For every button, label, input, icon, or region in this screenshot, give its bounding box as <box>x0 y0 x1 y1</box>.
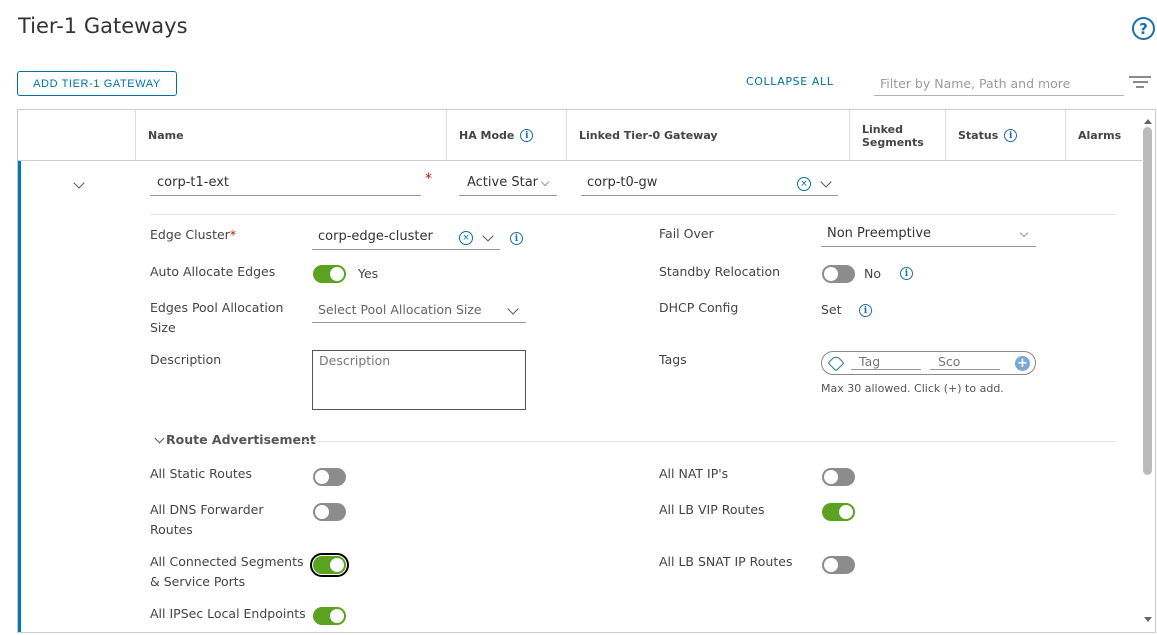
dns-forwarder-toggle[interactable] <box>313 503 346 521</box>
dns-forwarder-label: All DNS Forwarder Routes <box>150 502 264 537</box>
page-title: Tier-1 Gateways <box>18 14 188 38</box>
nat-ips-label: All NAT IP's <box>659 466 729 481</box>
dhcp-config-value[interactable]: Set <box>821 300 842 320</box>
tags-label: Tags <box>659 352 687 367</box>
static-routes-label: All Static Routes <box>150 466 252 481</box>
auto-allocate-label: Auto Allocate Edges <box>150 264 276 279</box>
standby-relocation-label: Standby Relocation <box>659 264 781 279</box>
column-header-linked-t0[interactable]: Linked Tier-0 Gateway <box>566 110 849 161</box>
standby-relocation-toggle[interactable] <box>822 265 855 283</box>
connected-segments-toggle[interactable] <box>310 553 349 577</box>
info-icon[interactable]: i <box>1004 129 1018 142</box>
dhcp-config-label: DHCP Config <box>659 300 739 315</box>
scroll-down-icon[interactable] <box>1144 617 1152 622</box>
info-icon[interactable]: i <box>510 232 523 245</box>
scroll-thumb[interactable] <box>1143 127 1152 475</box>
ipsec-endpoints-toggle[interactable] <box>313 607 346 625</box>
tags-hint: Max 30 allowed. Click (+) to add. <box>821 382 1004 395</box>
clear-icon[interactable]: × <box>459 231 473 245</box>
row-selected-indicator <box>18 161 21 632</box>
description-textarea[interactable]: Description <box>312 350 526 410</box>
column-header-status[interactable]: Status i <box>945 110 1065 161</box>
help-icon[interactable]: ? <box>1132 17 1155 40</box>
section-divider <box>303 441 1116 442</box>
vertical-scrollbar[interactable] <box>1141 119 1153 627</box>
connected-segments-label: All Connected Segments & Service Ports <box>150 554 304 589</box>
clear-icon[interactable]: × <box>797 177 811 191</box>
tag-input[interactable]: Tag <box>851 354 921 370</box>
pool-allocation-select[interactable]: Select Pool Allocation Size <box>312 298 526 323</box>
collapse-all-link[interactable]: COLLAPSE ALL <box>746 75 833 88</box>
column-header-ha-mode[interactable]: HA Mode i <box>446 110 566 161</box>
lb-vip-routes-label: All LB VIP Routes <box>659 502 765 517</box>
auto-allocate-value: Yes <box>358 266 379 281</box>
fail-over-select[interactable]: Non Preemptive <box>821 223 1036 247</box>
info-icon[interactable]: i <box>859 304 872 317</box>
filter-input[interactable] <box>874 71 1124 96</box>
section-collapse-chevron-icon[interactable] <box>154 433 165 444</box>
lb-snat-routes-toggle[interactable] <box>822 556 855 574</box>
standby-relocation-value: No <box>864 266 881 281</box>
column-header-linked-segments[interactable]: Linked Segments <box>849 110 945 161</box>
fail-over-label: Fail Over <box>659 226 714 241</box>
tag-icon <box>827 354 845 372</box>
filter-icon[interactable] <box>1129 76 1151 90</box>
scroll-up-icon[interactable] <box>1144 119 1152 124</box>
column-header-name[interactable]: Name <box>135 110 446 161</box>
column-header-alarms[interactable]: Alarms <box>1065 110 1145 161</box>
gateway-name-input[interactable]: corp-t1-ext <box>150 172 421 196</box>
route-advertisement-heading[interactable]: Route Advertisement <box>166 430 316 450</box>
auto-allocate-toggle[interactable] <box>313 265 346 283</box>
static-routes-toggle[interactable] <box>313 468 346 486</box>
add-tag-icon[interactable]: + <box>1015 356 1030 371</box>
lb-vip-routes-toggle[interactable] <box>822 503 855 521</box>
header-divider <box>18 160 1142 161</box>
info-icon[interactable]: i <box>900 267 913 280</box>
pool-allocation-label: Edges Pool Allocation Size <box>150 300 284 335</box>
row-divider <box>150 214 1116 215</box>
tags-input-box[interactable]: Tag Sco + <box>821 351 1036 375</box>
lb-snat-routes-label: All LB SNAT IP Routes <box>659 554 793 569</box>
add-tier1-gateway-button[interactable]: ADD TIER-1 GATEWAY <box>17 71 177 96</box>
gateway-grid: Name HA Mode i Linked Tier-0 Gateway Link… <box>17 109 1156 633</box>
description-label: Description <box>150 352 222 367</box>
info-icon[interactable]: i <box>520 129 534 142</box>
required-marker: * <box>425 171 432 187</box>
row-collapse-chevron-icon[interactable] <box>73 177 85 189</box>
nat-ips-toggle[interactable] <box>822 468 855 486</box>
scope-input[interactable]: Sco <box>930 354 1000 370</box>
edge-cluster-label: Edge Cluster* <box>150 227 237 242</box>
ipsec-endpoints-label: All IPSec Local Endpoints <box>150 606 306 621</box>
